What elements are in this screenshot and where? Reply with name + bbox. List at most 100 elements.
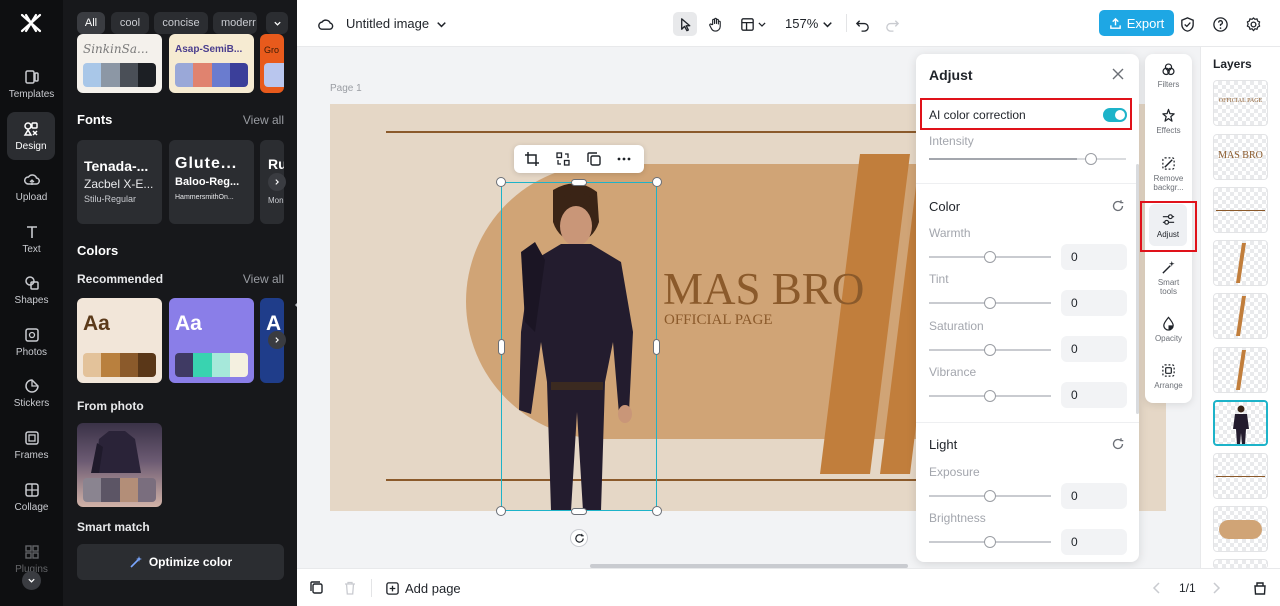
rail-photos[interactable]: Photos (0, 318, 63, 366)
tint-slider[interactable] (929, 297, 1051, 309)
optimize-color-button[interactable]: Optimize color (77, 544, 284, 580)
tint-knob[interactable] (984, 297, 996, 309)
prev-page-icon[interactable] (1150, 581, 1164, 595)
cloud-save-icon[interactable] (313, 12, 337, 36)
resize-handle-left[interactable] (498, 339, 505, 355)
adjust-scrollbar[interactable] (1136, 164, 1139, 414)
rail-text[interactable]: Text (0, 215, 63, 263)
fonts-scroll-right-button[interactable] (268, 173, 286, 191)
rotate-handle[interactable] (570, 529, 588, 547)
layer-thumb-stripe[interactable] (1213, 347, 1268, 393)
reset-color-icon[interactable] (1111, 199, 1125, 213)
tint-value-input[interactable]: 0 (1061, 290, 1127, 316)
subline-text[interactable]: OFFICIAL PAGE (664, 312, 773, 329)
font-card[interactable]: Glute... Baloo-Reg... HammersmithOn... (169, 140, 254, 224)
exposure-knob[interactable] (984, 490, 996, 502)
saturation-knob[interactable] (984, 344, 996, 356)
palette-card[interactable]: Asap-SemiB... (169, 34, 254, 93)
exposure-slider[interactable] (929, 490, 1051, 502)
rail-collage[interactable]: Collage (0, 473, 63, 521)
resize-handle-bottom[interactable] (571, 508, 587, 515)
fonts-view-all-link[interactable]: View all (243, 113, 284, 127)
rail-upload[interactable]: Upload (0, 163, 63, 211)
trash-icon[interactable] (342, 580, 358, 596)
intensity-slider[interactable] (929, 153, 1126, 165)
reset-light-icon[interactable] (1111, 437, 1125, 451)
export-button[interactable]: Export (1099, 10, 1174, 36)
settings-gear-icon[interactable] (1241, 12, 1265, 36)
layout-dropdown-chevron-icon[interactable] (755, 12, 769, 36)
rail-design[interactable]: Design (7, 112, 55, 160)
resize-handle-tl[interactable] (496, 177, 506, 187)
zoom-dropdown-chevron-icon[interactable] (815, 12, 839, 36)
effects-tool[interactable]: Effects (1145, 100, 1192, 148)
add-page-button[interactable]: Add page (385, 579, 461, 597)
more-options-icon[interactable] (616, 151, 632, 167)
crop-icon[interactable] (524, 151, 540, 167)
layer-thumb-stripe[interactable] (1213, 293, 1268, 339)
saturation-value-input[interactable]: 0 (1061, 336, 1127, 362)
next-page-icon[interactable] (1209, 581, 1223, 595)
undo-button[interactable] (850, 12, 874, 36)
redo-button[interactable] (880, 12, 904, 36)
select-tool-button[interactable] (673, 12, 697, 36)
colors-view-all-link[interactable]: View all (243, 272, 284, 286)
from-photo-card[interactable] (77, 423, 162, 507)
layer-thumb-official-page[interactable]: OFFICIAL PAGE (1213, 80, 1268, 126)
resize-handle-right[interactable] (653, 339, 660, 355)
resize-handle-tr[interactable] (652, 177, 662, 187)
rail-frames[interactable]: Frames (0, 421, 63, 469)
rail-stickers[interactable]: Stickers (0, 369, 63, 417)
adjust-tool[interactable]: Adjust (1149, 204, 1187, 246)
help-icon[interactable] (1208, 12, 1232, 36)
color-scheme-card[interactable]: Aa (169, 298, 254, 383)
smart-tools-tool[interactable]: Smart tools (1145, 252, 1192, 300)
brightness-slider[interactable] (929, 536, 1051, 548)
brightness-knob[interactable] (984, 536, 996, 548)
exposure-value-input[interactable]: 0 (1061, 483, 1127, 509)
rail-expand-button[interactable] (22, 571, 41, 590)
remove-background-tool[interactable]: Remove backgr... (1145, 148, 1192, 196)
intensity-knob[interactable] (1085, 153, 1097, 165)
copy-page-icon[interactable] (309, 580, 325, 596)
ai-color-correction-toggle[interactable] (1103, 108, 1127, 122)
arrange-tool[interactable]: Arrange (1145, 355, 1192, 403)
chip-all[interactable]: All (77, 12, 105, 34)
warmth-knob[interactable] (984, 251, 996, 263)
rail-shapes[interactable]: Shapes (0, 266, 63, 314)
resize-handle-bl[interactable] (496, 506, 506, 516)
font-card[interactable]: Tenada-... Zacbel X-E... Stilu-Regular (77, 140, 162, 224)
layer-thumb-rule-line[interactable] (1213, 453, 1268, 499)
zoom-level[interactable]: 157% (785, 16, 818, 31)
layer-thumb-stripe[interactable] (1213, 240, 1268, 286)
shield-icon[interactable] (1175, 12, 1199, 36)
layer-thumb-person-selected[interactable] (1213, 400, 1268, 446)
chip-concise[interactable]: concise (154, 12, 208, 34)
headline-text[interactable]: MAS BRO (663, 266, 864, 312)
saturation-slider[interactable] (929, 344, 1051, 356)
title-dropdown-chevron-icon[interactable] (429, 12, 453, 36)
brightness-value-input[interactable]: 0 (1061, 529, 1127, 555)
filters-tool[interactable]: Filters (1145, 54, 1192, 102)
duplicate-icon[interactable] (586, 151, 602, 167)
chip-modern[interactable]: moderr (213, 12, 257, 34)
replace-image-icon[interactable] (555, 151, 571, 167)
layer-thumb-mas-bro[interactable]: MAS BRO (1213, 134, 1268, 180)
layers-toggle-icon[interactable] (1252, 580, 1268, 596)
chips-more-button[interactable] (266, 12, 288, 34)
document-title[interactable]: Untitled image (346, 16, 429, 31)
palette-card[interactable]: SinkinSa... (77, 34, 162, 93)
warmth-value-input[interactable]: 0 (1061, 244, 1127, 270)
layer-thumb-rule-line[interactable] (1213, 187, 1268, 233)
layer-thumb-pill[interactable] (1213, 506, 1268, 552)
resize-handle-br[interactable] (652, 506, 662, 516)
vibrance-knob[interactable] (984, 390, 996, 402)
palette-card[interactable]: Gro (260, 34, 284, 93)
hand-tool-button[interactable] (703, 12, 727, 36)
app-logo-icon[interactable] (19, 12, 43, 34)
vibrance-slider[interactable] (929, 390, 1051, 402)
chip-cool[interactable]: cool (111, 12, 149, 34)
colors-scroll-right-button[interactable] (268, 331, 286, 349)
rail-templates[interactable]: Templates (0, 60, 63, 108)
vibrance-value-input[interactable]: 0 (1061, 382, 1127, 408)
